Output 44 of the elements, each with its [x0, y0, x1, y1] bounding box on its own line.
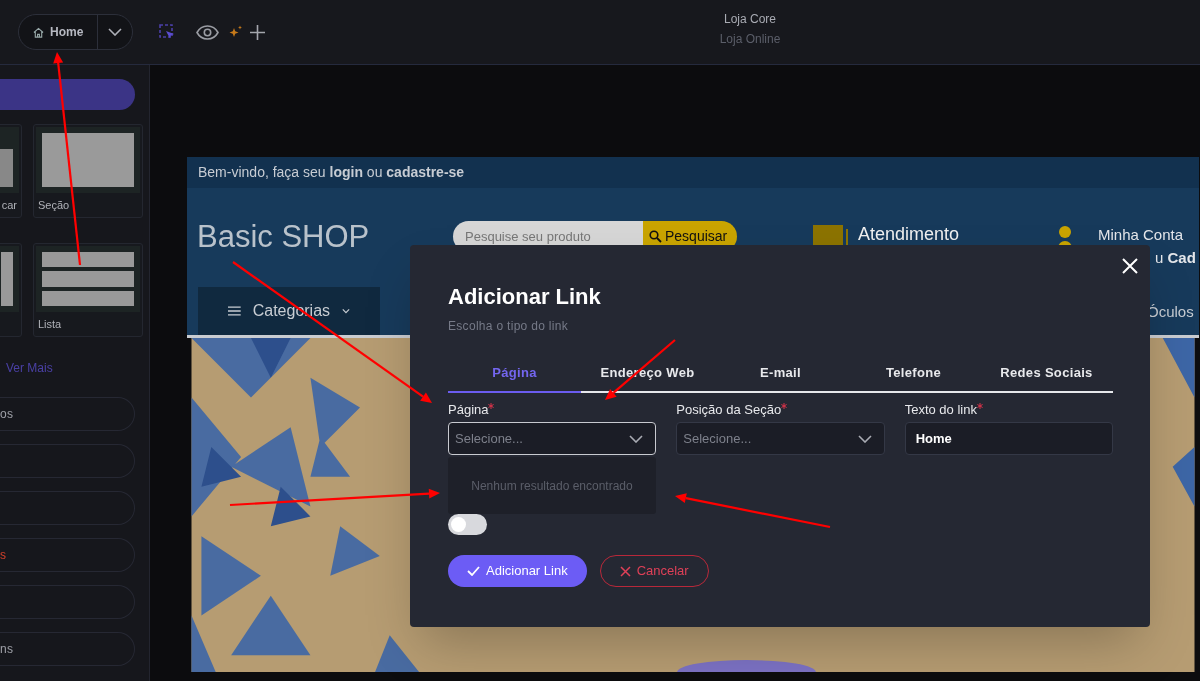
eye-icon[interactable]: [196, 24, 220, 40]
block-label: car: [1, 198, 17, 213]
shop-logo: Basic SHOP: [197, 218, 370, 257]
store-title: Loja Core: [724, 11, 776, 28]
chevron-down-icon: [342, 308, 350, 314]
select-cursor-icon[interactable]: [159, 24, 176, 40]
welcome-text: Bem-vindo, faça seu login ou cadastre-se: [198, 163, 465, 182]
field-label: Texto do link: [904, 401, 977, 419]
add-link-button[interactable]: Adicionar Link: [448, 555, 587, 587]
checkmark-icon: [467, 566, 480, 576]
chevron-down-icon: [857, 434, 872, 443]
store-subtitle: Loja Online: [719, 31, 781, 48]
page-select[interactable]: Selecione...: [676, 422, 885, 455]
chevron-down-icon: [629, 434, 644, 443]
block-tile[interactable]: car: [0, 124, 22, 218]
account-links-text: u Cad: [1155, 248, 1196, 268]
field-label: Posição da Seção: [676, 401, 782, 419]
sparkle-icon[interactable]: [229, 25, 244, 39]
dialog-title: Adicionar Link: [448, 283, 601, 311]
link-type-tab[interactable]: E-mail: [714, 355, 847, 393]
headset-icon: [813, 225, 849, 245]
empty-results-text: Nenhum resultado encontrado: [471, 477, 633, 495]
close-icon: [619, 565, 631, 577]
toggle-switch[interactable]: [448, 514, 487, 535]
close-button[interactable]: [1122, 258, 1138, 274]
block-tile[interactable]: Seção: [33, 124, 143, 218]
link-type-tab[interactable]: Redes Sociais: [980, 355, 1113, 393]
link-type-tab[interactable]: Telefone: [847, 355, 980, 393]
page-select[interactable]: Selecione...: [448, 422, 657, 455]
block-tile[interactable]: Lista: [33, 243, 143, 337]
menu-icon: [228, 305, 241, 317]
service-label: Atendimento: [858, 223, 960, 246]
home-icon: [33, 26, 44, 38]
field-label: Página: [448, 401, 489, 419]
link-text-input[interactable]: Home: [904, 422, 1113, 455]
plus-icon[interactable]: [250, 24, 266, 40]
block-label: Seção: [38, 198, 71, 213]
close-icon: [1122, 258, 1138, 274]
search-icon: [649, 230, 662, 243]
chevron-down-icon: [108, 28, 123, 36]
dialog-subtitle: Escolha o tipo do link: [448, 318, 568, 335]
block-label: Lista: [38, 317, 63, 332]
my-account-label: Minha Conta: [1098, 225, 1184, 245]
home-page-button[interactable]: Home: [19, 15, 98, 49]
